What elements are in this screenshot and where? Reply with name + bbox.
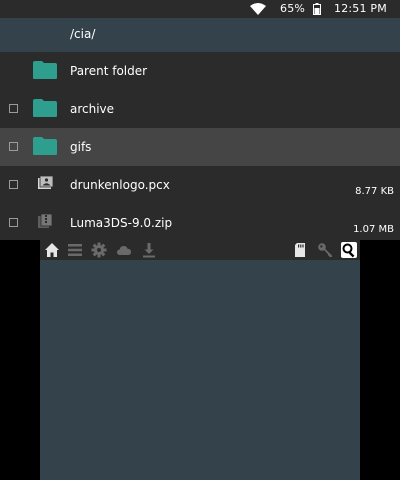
home-icon[interactable] [44,242,60,258]
file-size: 1.07 MB [353,224,394,235]
list-item-name: Parent folder [70,64,148,78]
list-item-name: gifs [70,140,92,154]
bottom-screen [40,240,360,480]
path-bar: /cia/ [0,18,400,52]
select-checkbox[interactable] [9,218,18,227]
list-item-name: drunkenlogo.pcx [70,178,170,192]
status-bar: 65% 12:51 PM [0,0,400,18]
wifi-icon [250,3,266,15]
list-item-archive[interactable]: archive [0,90,400,128]
toolbar [40,240,360,260]
list-item-parent-folder[interactable]: Parent folder [0,52,400,90]
cloud-icon[interactable] [116,242,132,258]
folder-icon [33,137,57,155]
list-item-gifs[interactable]: gifs [0,128,400,166]
gear-icon[interactable] [91,242,107,258]
list-item-name: Luma3DS-9.0.zip [70,216,173,230]
key-icon[interactable] [317,242,333,258]
folder-icon [33,61,57,79]
list-item-luma3ds[interactable]: Luma3DS-9.0.zip 1.07 MB [0,204,400,240]
search-icon[interactable] [341,242,357,258]
archive-file-icon [38,213,53,228]
current-path: /cia/ [70,27,96,41]
download-icon[interactable] [141,242,157,258]
folder-icon [33,99,57,117]
select-checkbox[interactable] [9,142,18,151]
select-checkbox[interactable] [9,180,18,189]
battery-icon [313,3,321,15]
select-checkbox[interactable] [9,104,18,113]
list-item-drunkenlogo[interactable]: drunkenlogo.pcx 8.77 KB [0,166,400,204]
list-item-name: archive [70,102,115,116]
image-file-icon [38,175,53,189]
file-size: 8.77 KB [355,186,394,197]
list-icon[interactable] [67,242,83,258]
clock: 12:51 PM [334,2,387,15]
sd-card-icon[interactable] [292,242,308,258]
top-screen: 65% 12:51 PM /cia/ Parent folder archive… [0,0,400,240]
battery-percent: 65% [280,2,306,15]
